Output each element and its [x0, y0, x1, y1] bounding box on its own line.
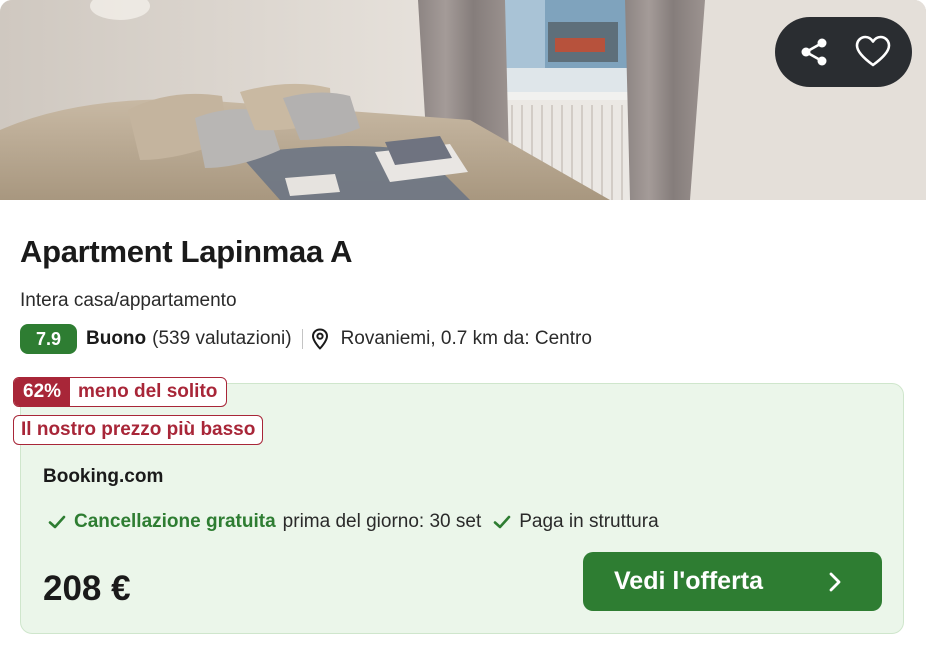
heart-icon	[855, 35, 891, 67]
chevron-right-icon	[828, 571, 842, 593]
discount-percent: 62%	[14, 378, 71, 406]
check-icon	[493, 513, 511, 531]
discount-text: meno del solito	[78, 381, 218, 402]
free-cancellation-label: Cancellazione gratuita	[74, 511, 276, 532]
rating-location-row: 7.9 Buono (539 valutazioni) Rovaniemi, 0…	[20, 324, 592, 354]
price: 208 €	[43, 569, 131, 608]
view-deal-label: Vedi l'offerta	[614, 567, 764, 595]
listing-title[interactable]: Apartment Lapinmaa A	[20, 234, 352, 270]
pay-at-property-label: Paga in struttura	[519, 511, 659, 532]
review-count[interactable]: (539 valutazioni)	[152, 328, 291, 350]
discount-badge: 62% meno del solito	[13, 377, 228, 407]
favorite-button[interactable]	[849, 28, 897, 76]
location-text[interactable]: Rovaniemi, 0.7 km da: Centro	[341, 328, 592, 350]
provider-name: Booking.com	[43, 466, 164, 487]
property-type: Intera casa/appartamento	[20, 290, 237, 311]
share-button[interactable]	[790, 28, 838, 76]
free-cancellation-note: prima del giorno: 30 set	[282, 511, 482, 532]
share-icon	[801, 38, 827, 66]
rating-score-badge: 7.9	[20, 324, 77, 354]
divider	[301, 329, 303, 349]
view-deal-button[interactable]: Vedi l'offerta	[583, 552, 882, 611]
photo-actions	[775, 17, 912, 87]
location-pin-icon	[311, 328, 329, 350]
check-icon	[48, 513, 66, 531]
lowest-price-badge: Il nostro prezzo più basso	[13, 415, 264, 445]
listing-photo[interactable]	[0, 0, 926, 200]
rating-label: Buono	[86, 328, 147, 349]
deal-perks: Cancellazione gratuita prima del giorno:…	[48, 509, 659, 535]
